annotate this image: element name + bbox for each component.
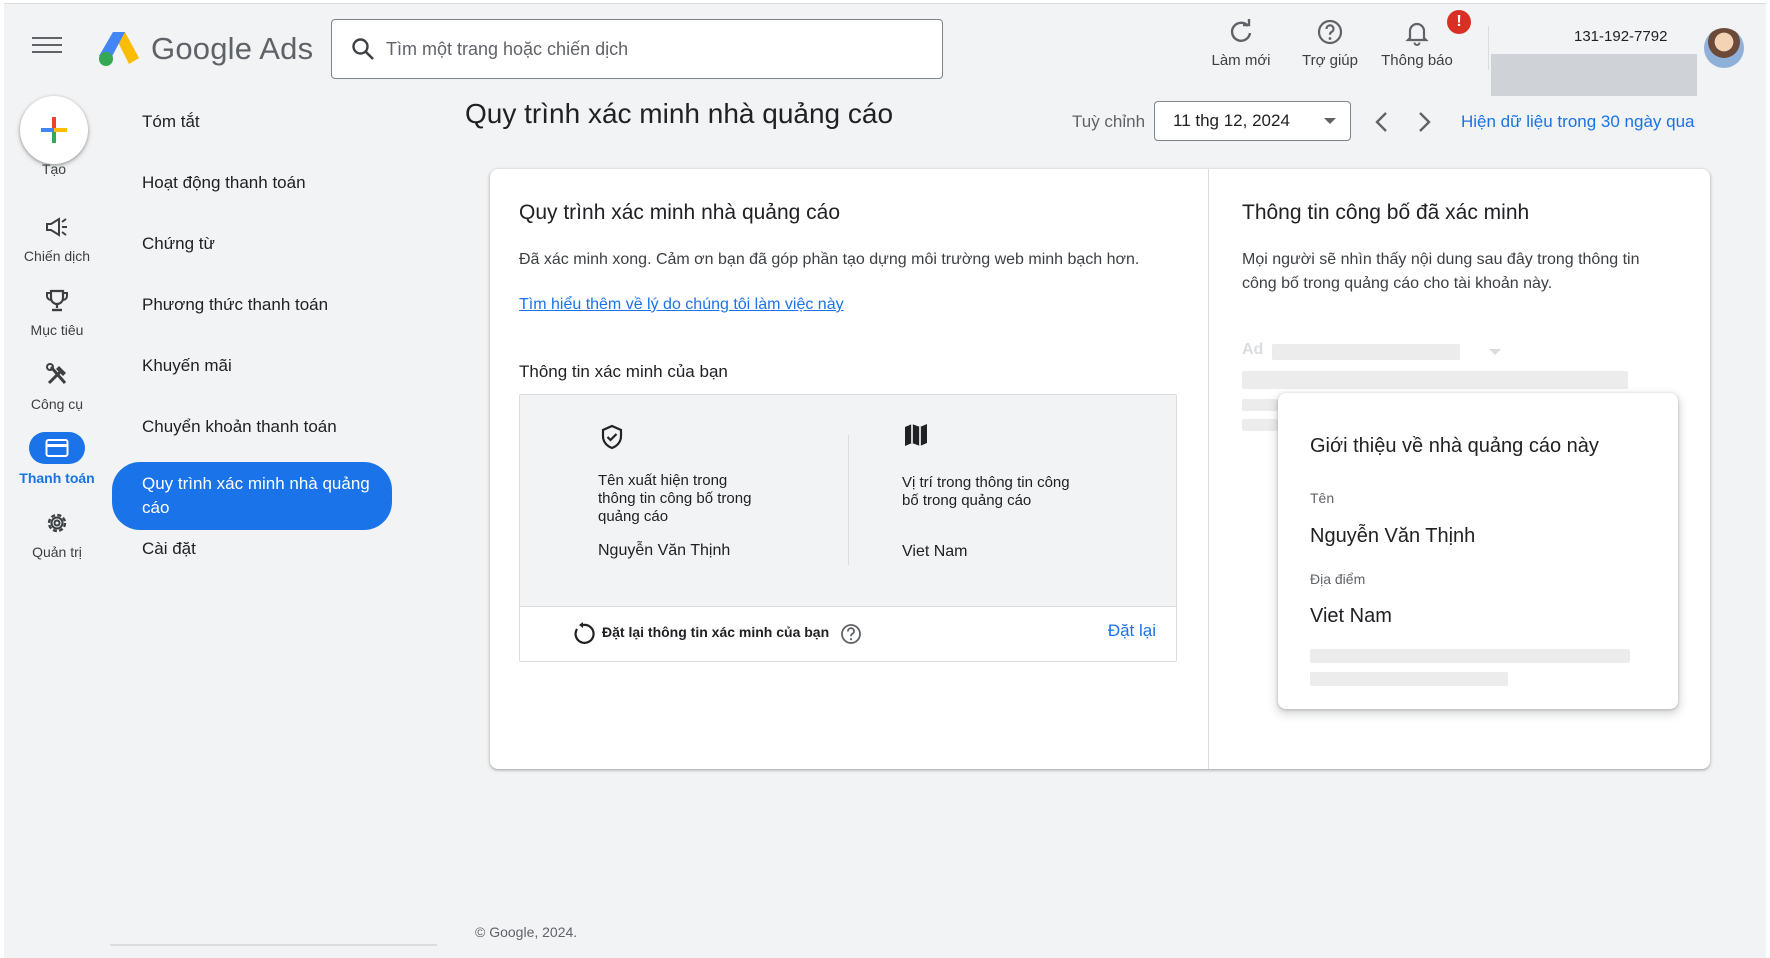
about-name-label: Tên [1310, 490, 1335, 506]
search-icon [352, 38, 374, 60]
rail-item-tools[interactable]: Công cụ [12, 362, 102, 412]
hamburger-menu-icon[interactable] [32, 32, 62, 58]
notification-badge: ! [1447, 10, 1471, 34]
notifications-label: Thông báo [1381, 52, 1453, 69]
rail-label-admin: Quản trị [32, 544, 82, 560]
rail-label-goals: Mục tiêu [30, 322, 84, 338]
name-field-value: Nguyễn Văn Thịnh [598, 542, 731, 559]
rail-item-billing[interactable]: Thanh toán [12, 432, 102, 486]
google-ads-logo-icon [99, 32, 139, 66]
create-button[interactable] [20, 96, 88, 164]
date-range-label: Tuỳ chỉnh [1072, 112, 1146, 131]
map-icon [905, 424, 927, 446]
chevron-left-icon[interactable] [1372, 110, 1392, 134]
notifications-button[interactable]: ! Thông báo [1374, 10, 1471, 69]
reset-verification-text: Đặt lại thông tin xác minh của bạn [602, 624, 830, 640]
avatar[interactable] [1704, 28, 1744, 68]
bell-icon [1405, 22, 1429, 46]
subnav-item-settings[interactable]: Cài đặt [112, 537, 392, 561]
gear-icon [47, 513, 67, 533]
rail-item-campaigns[interactable]: Chiến dịch [12, 214, 102, 264]
top-bar: Google Ads Làm mới Trợ giúp [4, 4, 1766, 96]
megaphone-icon [46, 217, 67, 237]
refresh-button[interactable]: Làm mới [1201, 18, 1281, 69]
verification-card: Quy trình xác minh nhà quảng cáo Đã xác … [490, 169, 1710, 769]
help-circle-icon [1317, 19, 1343, 45]
plus-icon [41, 117, 67, 143]
google-ads-app: Google Ads Làm mới Trợ giúp [4, 3, 1766, 958]
verification-info-details: Tên xuất hiện trong thông tin công bố tr… [520, 395, 1176, 607]
subnav-item-payment-methods[interactable]: Phương thức thanh toán [112, 293, 392, 317]
divider [110, 944, 437, 946]
search-bar[interactable] [331, 19, 943, 79]
caret-down-icon [1324, 118, 1336, 124]
placeholder-bar [1242, 419, 1278, 431]
app-name: Google Ads [151, 31, 314, 66]
about-advertiser-title: Giới thiệu về nhà quảng cáo này [1310, 435, 1599, 457]
rail-label-campaigns: Chiến dịch [23, 248, 91, 264]
location-field-label: Vị trí trong thông tin công bố trong quả… [902, 474, 1070, 509]
about-name-value: Nguyễn Văn Thịnh [1310, 525, 1476, 547]
verification-title: Quy trình xác minh nhà quảng cáo [519, 201, 841, 224]
refresh-icon [1230, 19, 1252, 42]
last-30-days-link[interactable]: Hiện dữ liệu trong 30 ngày qua [1461, 112, 1694, 132]
subnav-item-summary[interactable]: Tóm tắt [112, 110, 392, 134]
subnav-item-transactions[interactable]: Hoạt động thanh toán [112, 171, 392, 195]
placeholder-bar [1242, 399, 1278, 411]
subnav-item-documents[interactable]: Chứng từ [112, 232, 392, 256]
header-divider [1488, 26, 1489, 70]
about-advertiser-card: Giới thiệu về nhà quảng cáo này Tên Nguy… [1278, 393, 1678, 709]
placeholder-bar [1272, 344, 1460, 360]
rail-item-goals[interactable]: Mục tiêu [12, 288, 102, 338]
your-info-heading: Thông tin xác minh của bạn [519, 362, 728, 381]
account-id: 131-192-7792 [1574, 28, 1668, 45]
reset-icon [574, 622, 595, 644]
date-picker[interactable]: 11 thg 12, 2024 [1154, 101, 1351, 141]
verification-description: Đã xác minh xong. Cảm ơn bạn đã góp phần… [519, 251, 1140, 268]
info-column-divider [848, 435, 849, 565]
help-button[interactable]: Trợ giúp [1290, 18, 1370, 69]
reset-verification-row: Đặt lại thông tin xác minh của bạn Đặt l… [520, 607, 1176, 661]
chevron-right-icon[interactable] [1414, 110, 1434, 134]
help-label: Trợ giúp [1302, 52, 1358, 69]
subnav-item-advertiser-verification[interactable]: Quy trình xác minh nhà quảng cáo [112, 462, 392, 530]
create-label: Tạo [41, 161, 67, 177]
subnav-item-transfers[interactable]: Chuyển khoản thanh toán [112, 415, 392, 439]
caret-down-icon [1489, 349, 1501, 355]
subnav-item-promotions[interactable]: Khuyến mãi [112, 354, 392, 378]
billing-active-pill [29, 432, 85, 464]
rail-label-tools: Công cụ [30, 396, 84, 412]
rail-item-admin[interactable]: Quản trị [12, 510, 102, 560]
learn-more-link[interactable]: Tìm hiểu thêm về lý do chúng tôi làm việ… [519, 296, 844, 314]
tools-icon [46, 363, 67, 385]
verified-disclosure-description: Mọi người sẽ nhìn thấy nội dung sau đây … [1242, 251, 1640, 292]
card-divider [1208, 169, 1209, 769]
date-value: 11 thg 12, 2024 [1173, 111, 1290, 130]
rail-label-billing: Thanh toán [19, 470, 95, 486]
placeholder-bar [1310, 672, 1508, 686]
placeholder-bar [1242, 371, 1628, 389]
placeholder-bar [1310, 649, 1630, 663]
trophy-icon [46, 289, 68, 312]
reset-button[interactable]: Đặt lại [1108, 621, 1156, 641]
refresh-label: Làm mới [1211, 52, 1271, 69]
credit-card-icon [45, 439, 69, 457]
about-location-label: Địa điểm [1310, 571, 1366, 587]
redacted-email [1491, 54, 1697, 96]
name-field-label: Tên xuất hiện trong thông tin công bố tr… [598, 472, 752, 525]
verified-disclosure-title: Thông tin công bố đã xác minh [1242, 201, 1530, 224]
ad-tag: Ad [1242, 341, 1264, 358]
location-field-value: Viet Nam [902, 543, 968, 560]
shield-check-icon [601, 424, 623, 450]
about-location-value: Viet Nam [1310, 605, 1392, 627]
help-circle-icon[interactable] [840, 623, 862, 645]
verification-info-box: Tên xuất hiện trong thông tin công bố tr… [519, 394, 1177, 662]
page-title: Quy trình xác minh nhà quảng cáo [465, 98, 894, 129]
footer-copyright: © Google, 2024. [475, 924, 578, 940]
search-input[interactable] [386, 32, 926, 66]
